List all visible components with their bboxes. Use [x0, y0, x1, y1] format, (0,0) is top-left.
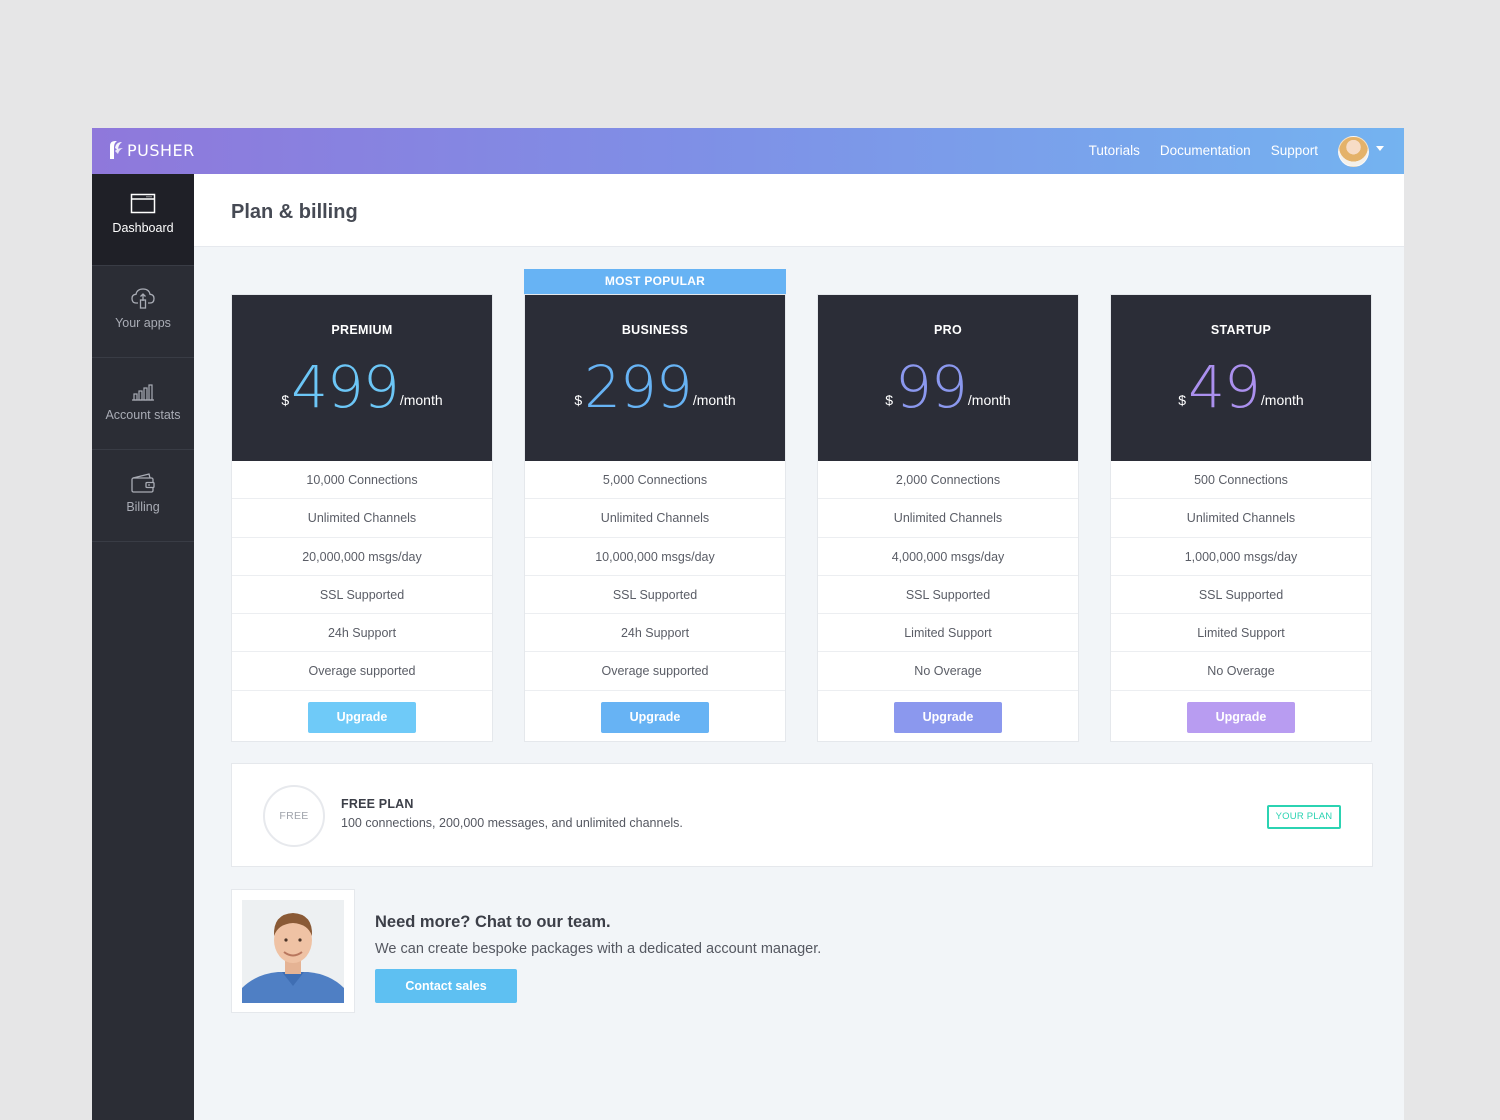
top-nav: Tutorials Documentation Support — [1089, 143, 1318, 158]
plan-feature: Overage supported — [232, 652, 492, 691]
plan-feature: 5,000 Connections — [525, 461, 785, 500]
plan-feature: 2,000 Connections — [818, 461, 1078, 500]
price-currency: $ — [281, 392, 290, 408]
plan-feature: Limited Support — [1111, 614, 1371, 653]
sidebar-item-your-apps[interactable]: Your apps — [92, 266, 194, 358]
browser-window-icon — [130, 193, 156, 214]
pusher-logo[interactable]: PUSHER — [107, 139, 195, 161]
plan-header: PREMIUM $499/month — [232, 295, 492, 461]
bar-chart-icon — [132, 384, 154, 401]
plan-feature: 1,000,000 msgs/day — [1111, 538, 1371, 576]
price-period: /month — [967, 392, 1011, 408]
contact-sales-button[interactable]: Contact sales — [375, 969, 517, 1003]
user-avatar[interactable] — [1338, 136, 1369, 167]
top-bar: PUSHER Tutorials Documentation Support — [92, 128, 1404, 174]
plan-feature: 500 Connections — [1111, 461, 1371, 500]
price-currency: $ — [885, 392, 894, 408]
brand-name: PUSHER — [127, 140, 195, 160]
plan-feature: Overage supported — [525, 652, 785, 691]
plan-feature: SSL Supported — [232, 576, 492, 615]
plan-feature: Unlimited Channels — [818, 499, 1078, 538]
plan-action: Upgrade — [232, 691, 492, 744]
plan-header: STARTUP $49/month — [1111, 295, 1371, 461]
price-period: /month — [692, 392, 736, 408]
free-plan-badge: FREE — [263, 785, 325, 847]
account-manager-photo-frame — [231, 889, 355, 1013]
plan-feature: 4,000,000 msgs/day — [818, 538, 1078, 576]
plan-feature: 10,000 Connections — [232, 461, 492, 500]
upgrade-button[interactable]: Upgrade — [1187, 701, 1295, 733]
plan-feature: 20,000,000 msgs/day — [232, 538, 492, 576]
plan-feature: No Overage — [818, 652, 1078, 691]
price-currency: $ — [1178, 392, 1187, 408]
sidebar-item-label: Billing — [126, 500, 160, 514]
nav-support-link[interactable]: Support — [1271, 143, 1318, 158]
plan-name: PREMIUM — [331, 323, 393, 337]
plan-feature: No Overage — [1111, 652, 1371, 691]
plan-name: STARTUP — [1210, 323, 1272, 337]
free-plan-title: FREE PLAN — [341, 797, 414, 811]
app-window: PUSHER Tutorials Documentation Support D… — [92, 128, 1404, 1120]
free-plan-description: 100 connections, 200,000 messages, and u… — [341, 816, 683, 830]
plan-action: Upgrade — [818, 691, 1078, 744]
contact-title: Need more? Chat to our team. — [375, 913, 611, 931]
plan-feature: Limited Support — [818, 614, 1078, 653]
upgrade-button[interactable]: Upgrade — [308, 701, 416, 733]
price-period: /month — [1260, 392, 1304, 408]
plan-price: $99/month — [818, 357, 1078, 417]
plan-price: $299/month — [525, 357, 785, 417]
sidebar: Dashboard Your apps Account stats Billin… — [92, 174, 194, 1120]
page-title: Plan & billing — [231, 201, 358, 223]
price-amount: 499 — [291, 353, 400, 421]
price-amount: 299 — [584, 353, 693, 421]
contact-description: We can create bespoke packages with a de… — [375, 941, 822, 957]
price-amount: 99 — [895, 353, 968, 421]
sidebar-item-label: Dashboard — [112, 221, 174, 235]
pusher-logo-icon — [110, 141, 123, 159]
plan-name: PRO — [934, 323, 962, 337]
nav-documentation-link[interactable]: Documentation — [1160, 143, 1251, 158]
plan-name: BUSINESS — [621, 323, 689, 337]
chevron-down-icon[interactable] — [1376, 146, 1384, 151]
sidebar-item-dashboard[interactable]: Dashboard — [92, 174, 194, 266]
most-popular-badge: MOST POPULAR — [524, 269, 786, 294]
plan-action: Upgrade — [1111, 691, 1371, 744]
plan-feature: 24h Support — [232, 614, 492, 653]
plan-header: BUSINESS $299/month — [525, 295, 785, 461]
price-period: /month — [399, 392, 443, 408]
upgrade-button[interactable]: Upgrade — [894, 701, 1002, 733]
wallet-icon — [131, 473, 155, 493]
plan-action: Upgrade — [525, 691, 785, 744]
plan-price: $499/month — [232, 357, 492, 417]
plan-card-pro: PRO $99/month 2,000 Connections Unlimited C… — [817, 294, 1079, 742]
plan-feature: SSL Supported — [1111, 576, 1371, 615]
plan-feature: 10,000,000 msgs/day — [525, 538, 785, 576]
plan-card-business: BUSINESS $299/month 5,000 Connections Unlim… — [524, 294, 786, 742]
page-header: Plan & billing — [194, 174, 1404, 247]
sidebar-item-billing[interactable]: Billing — [92, 450, 194, 542]
price-currency: $ — [574, 392, 583, 408]
price-amount: 49 — [1188, 353, 1261, 421]
plan-feature: Unlimited Channels — [1111, 499, 1371, 538]
plan-feature: SSL Supported — [525, 576, 785, 615]
sidebar-item-label: Account stats — [105, 408, 181, 422]
upgrade-button[interactable]: Upgrade — [601, 701, 709, 733]
nav-tutorials-link[interactable]: Tutorials — [1089, 143, 1140, 158]
plan-header: PRO $99/month — [818, 295, 1078, 461]
account-manager-photo — [242, 900, 344, 1003]
free-plan-panel: FREE FREE PLAN 100 connections, 200,000 … — [231, 763, 1373, 867]
plan-feature: SSL Supported — [818, 576, 1078, 615]
sidebar-item-label: Your apps — [115, 316, 171, 330]
sidebar-item-account-stats[interactable]: Account stats — [92, 358, 194, 450]
your-plan-badge: YOUR PLAN — [1267, 805, 1341, 829]
plan-card-premium: PREMIUM $499/month 10,000 Connections Unlim… — [231, 294, 493, 742]
plan-price: $49/month — [1111, 357, 1371, 417]
plan-card-startup: STARTUP $49/month 500 Connections Unlimited… — [1110, 294, 1372, 742]
plan-feature: 24h Support — [525, 614, 785, 653]
plan-feature: Unlimited Channels — [232, 499, 492, 538]
cloud-upload-icon — [131, 288, 155, 309]
plan-feature: Unlimited Channels — [525, 499, 785, 538]
